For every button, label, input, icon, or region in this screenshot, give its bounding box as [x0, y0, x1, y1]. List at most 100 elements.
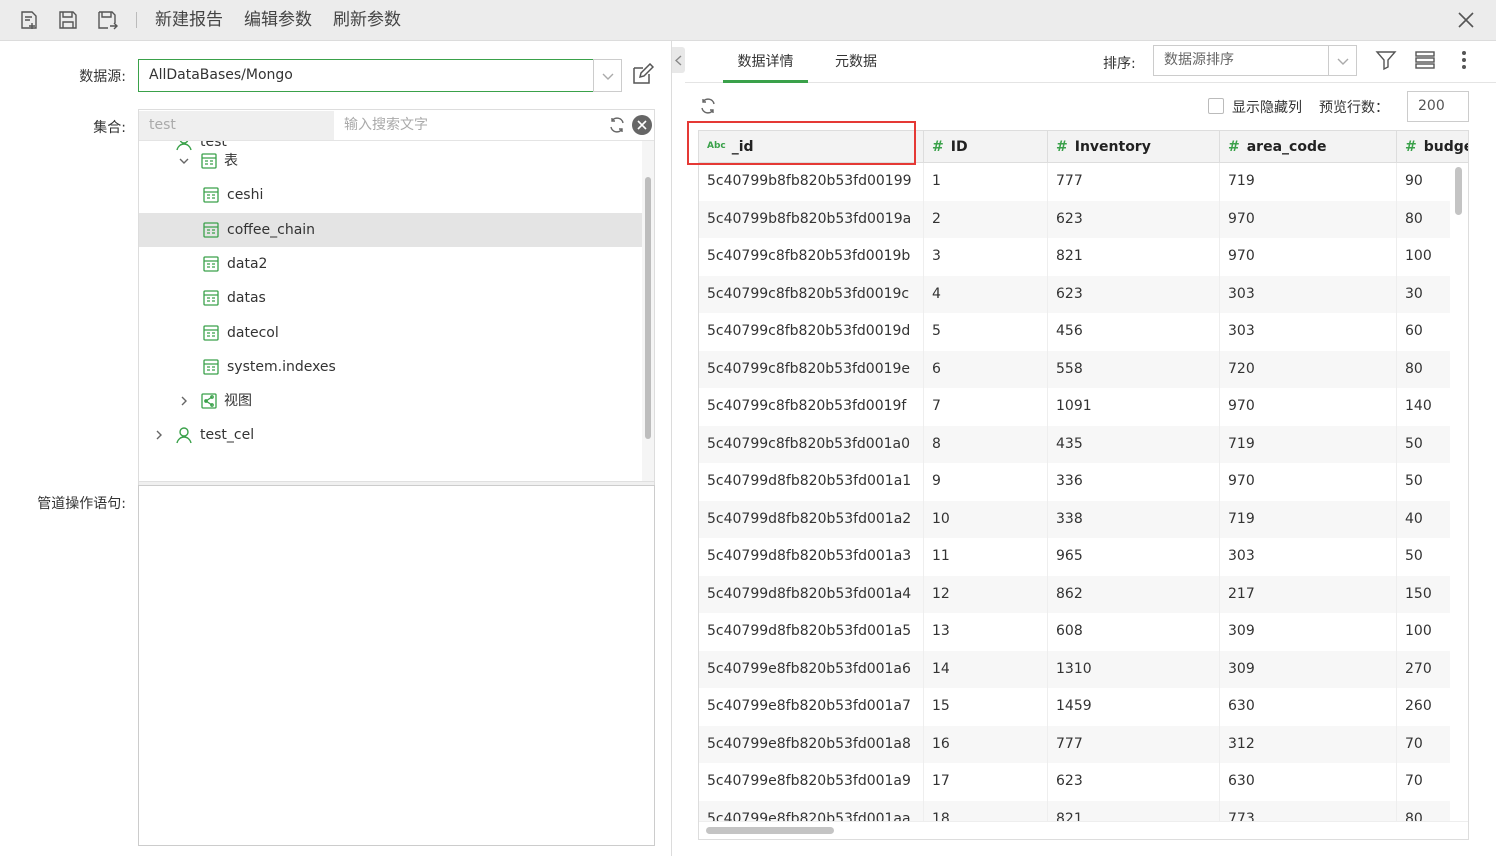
table-cell: 630 — [1220, 763, 1397, 801]
table-row[interactable]: 5c40799e8fb820b53fd001a9 17 623 630 70 — [699, 763, 1468, 801]
pipeline-textarea[interactable] — [138, 485, 655, 846]
grid-horizontal-thumb[interactable] — [706, 827, 834, 834]
grid-vertical-thumb[interactable] — [1455, 167, 1462, 215]
table-row[interactable]: 5c40799c8fb820b53fd0019c 4 623 303 30 — [699, 275, 1468, 313]
tab-data-details[interactable]: 数据详情 — [723, 41, 808, 83]
edit-params-button[interactable]: 编辑参数 — [244, 9, 312, 31]
collection-tag[interactable]: test — [139, 111, 334, 140]
table-row[interactable]: 5c40799c8fb820b53fd0019b 3 821 970 100 — [699, 238, 1468, 276]
table-cell: 5c40799e8fb820b53fd001a6 — [699, 650, 924, 688]
chevron-right-icon[interactable] — [153, 429, 165, 441]
collection-search-input[interactable]: 输入搜索文字 — [344, 110, 428, 141]
tree-item[interactable]: 视图 — [139, 384, 642, 418]
table-row[interactable]: 5c40799e8fb820b53fd001a8 16 777 312 70 — [699, 725, 1468, 763]
toolbar: 新建报告 编辑参数 刷新参数 — [0, 0, 1496, 41]
tree-item[interactable]: datecol — [139, 316, 642, 350]
preview-rows-input[interactable]: 200 — [1407, 91, 1469, 122]
new-file-icon[interactable] — [18, 9, 40, 31]
tree-scrollbar-thumb[interactable] — [645, 177, 651, 439]
clear-search-icon[interactable] — [632, 115, 652, 135]
more-options-icon[interactable] — [1453, 49, 1475, 71]
chevron-right-icon[interactable] — [178, 395, 190, 407]
table-row[interactable]: 5c40799e8fb820b53fd001a7 15 1459 630 260 — [699, 688, 1468, 726]
table-row[interactable]: 5c40799c8fb820b53fd0019e 6 558 720 80 — [699, 350, 1468, 388]
tree-item-label: 表 — [224, 153, 238, 169]
close-icon[interactable] — [1454, 8, 1478, 32]
column-header[interactable]: # ID — [924, 131, 1048, 163]
tree-item[interactable]: data2 — [139, 247, 642, 281]
table-row[interactable]: 5c40799d8fb820b53fd001a1 9 336 970 50 — [699, 463, 1468, 501]
datasource-dropdown[interactable] — [593, 59, 622, 92]
table-row[interactable]: 5c40799b8fb820b53fd0019a 2 623 970 80 — [699, 200, 1468, 238]
table-cell: 720 — [1220, 350, 1397, 388]
collection-label: 集合: — [93, 120, 126, 136]
table-row[interactable]: 5c40799c8fb820b53fd0019f 7 1091 970 140 — [699, 388, 1468, 426]
table-cell: 15 — [924, 688, 1048, 726]
tree-scrollbar[interactable] — [642, 141, 654, 481]
grid-horizontal-scrollbar[interactable] — [699, 821, 1468, 839]
column-header[interactable]: # Inventory — [1048, 131, 1220, 163]
new-report-button[interactable]: 新建报告 — [155, 9, 223, 31]
column-header[interactable]: # area_code — [1220, 131, 1397, 163]
column-header-label: ID — [950, 139, 968, 155]
tab-metadata[interactable]: 元数据 — [821, 41, 891, 83]
column-header-label: _id — [731, 139, 754, 155]
table-row[interactable]: 5c40799b8fb820b53fd00199 1 777 719 90 — [699, 163, 1468, 201]
tree-item[interactable]: test_cel — [139, 418, 642, 452]
save-as-icon[interactable] — [96, 9, 118, 31]
sort-dropdown[interactable] — [1328, 45, 1357, 76]
table-cell: 1310 — [1048, 650, 1220, 688]
table-cell: 773 — [1220, 800, 1397, 821]
table-row[interactable]: 5c40799d8fb820b53fd001a5 13 608 309 100 — [699, 613, 1468, 651]
tree-item-label: test_cel — [200, 427, 255, 444]
table-cell: 719 — [1220, 500, 1397, 538]
edit-datasource-icon[interactable] — [630, 63, 654, 87]
tree-item[interactable]: 表 — [139, 144, 642, 178]
refresh-data-icon[interactable] — [699, 97, 717, 115]
user-icon — [175, 426, 193, 444]
table-cell: 719 — [1220, 163, 1397, 201]
refresh-params-button[interactable]: 刷新参数 — [333, 9, 401, 31]
datasource-select[interactable]: AllDataBases/Mongo — [138, 59, 594, 92]
table-cell: 623 — [1048, 200, 1220, 238]
table-cell: 5c40799c8fb820b53fd0019e — [699, 350, 924, 388]
grid-header: Abc _id # ID # Inventory # area_code # budget — [699, 131, 1468, 163]
table-row[interactable]: 5c40799e8fb820b53fd001a6 14 1310 309 270 — [699, 650, 1468, 688]
collection-box: test 输入搜索文字 test 表 ceshi coffee_chain data2 d… — [138, 109, 655, 517]
filter-icon[interactable] — [1375, 49, 1397, 71]
table-row[interactable]: 5c40799d8fb820b53fd001a3 11 965 303 50 — [699, 538, 1468, 576]
tree-item-label: data2 — [227, 255, 268, 272]
table-cell: 5c40799e8fb820b53fd001aa — [699, 800, 924, 821]
table-cell: 630 — [1220, 688, 1397, 726]
table-cell: 6 — [924, 350, 1048, 388]
show-hidden-columns-checkbox[interactable] — [1208, 98, 1224, 114]
grid-vertical-scrollbar[interactable] — [1450, 163, 1468, 821]
column-header[interactable]: Abc _id — [699, 131, 924, 163]
tree-item[interactable]: datas — [139, 281, 642, 315]
table-cell: 719 — [1220, 425, 1397, 463]
chevron-down-icon[interactable] — [178, 155, 190, 167]
table-row[interactable]: 5c40799c8fb820b53fd0019d 5 456 303 60 — [699, 313, 1468, 351]
column-header[interactable]: # budget — [1397, 131, 1468, 163]
table-cell: 5c40799d8fb820b53fd001a3 — [699, 538, 924, 576]
table-row[interactable]: 5c40799d8fb820b53fd001a2 10 338 719 40 — [699, 500, 1468, 538]
string-type-icon: Abc — [707, 141, 726, 151]
table-row[interactable]: 5c40799c8fb820b53fd001a0 8 435 719 50 — [699, 425, 1468, 463]
table-icon — [202, 289, 220, 307]
table-row[interactable]: 5c40799d8fb820b53fd001a4 12 862 217 150 — [699, 575, 1468, 613]
columns-list-icon[interactable] — [1414, 49, 1436, 71]
refresh-icon[interactable] — [608, 116, 626, 134]
table-cell: 970 — [1220, 200, 1397, 238]
tree-item[interactable]: system.indexes — [139, 350, 642, 384]
tree-item[interactable]: coffee_chain — [139, 212, 642, 247]
table-cell: 862 — [1048, 575, 1220, 613]
table-cell: 777 — [1048, 163, 1220, 201]
table-cell: 5c40799d8fb820b53fd001a5 — [699, 613, 924, 651]
tree-item-label: datas — [227, 290, 266, 307]
table-row[interactable]: 5c40799e8fb820b53fd001aa 18 821 773 80 — [699, 800, 1468, 821]
collapse-panel-handle[interactable] — [672, 47, 685, 73]
table-cell: 309 — [1220, 613, 1397, 651]
save-icon[interactable] — [57, 9, 79, 31]
sort-select[interactable]: 数据源排序 — [1153, 45, 1330, 76]
tree-item[interactable]: ceshi — [139, 178, 642, 212]
